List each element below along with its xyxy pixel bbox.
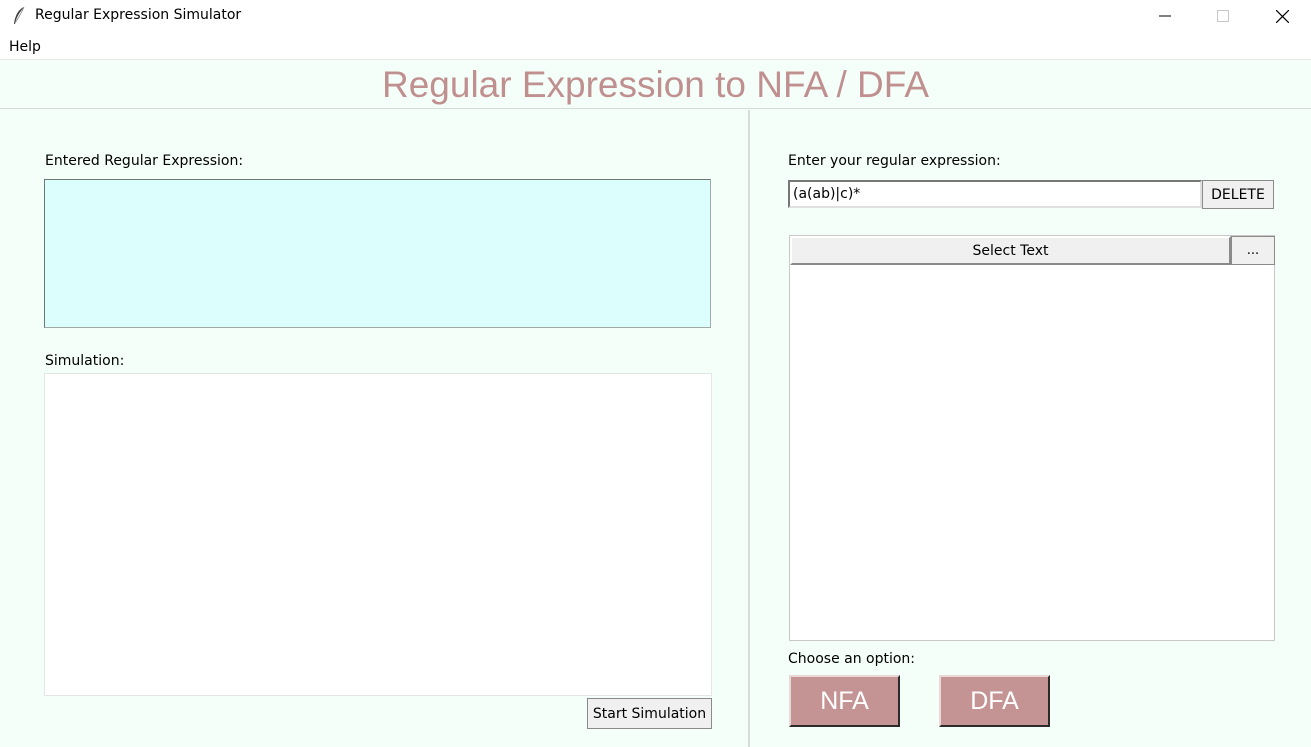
delete-button[interactable]: DELETE [1202,180,1274,209]
entered-regex-label: Entered Regular Expression: [45,153,244,169]
title-bar: Regular Expression Simulator [0,0,1311,32]
dfa-button[interactable]: DFA [939,675,1050,727]
text-selector: Select Text ... [789,235,1275,641]
nfa-button[interactable]: NFA [789,675,900,727]
close-button[interactable] [1259,0,1305,32]
select-text-button[interactable]: Select Text [790,236,1231,265]
menu-help[interactable]: Help [9,39,41,55]
page-title: Regular Expression to NFA / DFA [381,64,929,105]
menu-bar: Help [0,32,1311,59]
regex-input-label: Enter your regular expression: [788,153,1001,169]
more-options-button[interactable]: ... [1231,236,1275,265]
text-list[interactable] [790,265,1274,640]
feather-icon [12,6,26,26]
regex-input[interactable]: (a(ab)|c)* [788,180,1202,208]
right-panel: Enter your regular expression: (a(ab)|c)… [752,110,1311,747]
simulation-canvas [44,373,712,696]
header-bar: Regular Expression to NFA / DFA [0,59,1311,109]
start-simulation-button[interactable]: Start Simulation [587,698,712,729]
entered-regex-display [44,179,711,328]
main-content: Regular Expression to NFA / DFA Entered … [0,59,1311,747]
window-title: Regular Expression Simulator [35,7,242,23]
simulation-label: Simulation: [45,353,125,369]
maximize-button[interactable] [1200,0,1246,32]
minimize-button[interactable] [1142,0,1188,32]
left-panel: Entered Regular Expression: Simulation: … [0,110,750,747]
option-label: Choose an option: [788,651,916,667]
